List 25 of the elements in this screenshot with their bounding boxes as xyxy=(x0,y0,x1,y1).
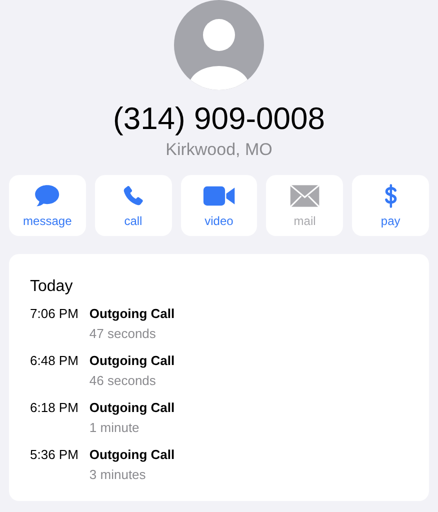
call-button[interactable]: call xyxy=(94,175,172,236)
video-button[interactable]: video xyxy=(180,175,258,236)
call-duration: 3 minutes xyxy=(89,466,147,484)
call-type: Outgoing Call xyxy=(89,446,175,464)
dollar-icon xyxy=(384,184,398,208)
call-type: Outgoing Call xyxy=(89,399,175,417)
avatar-icon xyxy=(174,0,264,90)
pay-button[interactable]: pay xyxy=(352,175,429,236)
video-camera-icon xyxy=(202,184,236,208)
call-time: 6:18 PM xyxy=(30,399,78,417)
phone-number: (314) 909-0008 xyxy=(113,101,325,137)
call-duration: 47 seconds xyxy=(89,325,157,343)
call-time: 6:48 PM xyxy=(30,352,78,370)
section-heading: Today xyxy=(30,278,74,296)
phone-icon xyxy=(121,184,146,208)
call-type: Outgoing Call xyxy=(89,305,175,323)
message-button[interactable]: message xyxy=(9,175,86,236)
call-type: Outgoing Call xyxy=(89,352,175,370)
call-duration: 1 minute xyxy=(89,419,140,437)
call-time: 5:36 PM xyxy=(30,446,78,464)
call-duration: 46 seconds xyxy=(89,372,157,390)
envelope-icon xyxy=(289,184,321,208)
speech-bubble-icon xyxy=(34,184,60,208)
call-time: 7:06 PM xyxy=(30,305,78,323)
location-text: Kirkwood, MO xyxy=(166,140,272,160)
